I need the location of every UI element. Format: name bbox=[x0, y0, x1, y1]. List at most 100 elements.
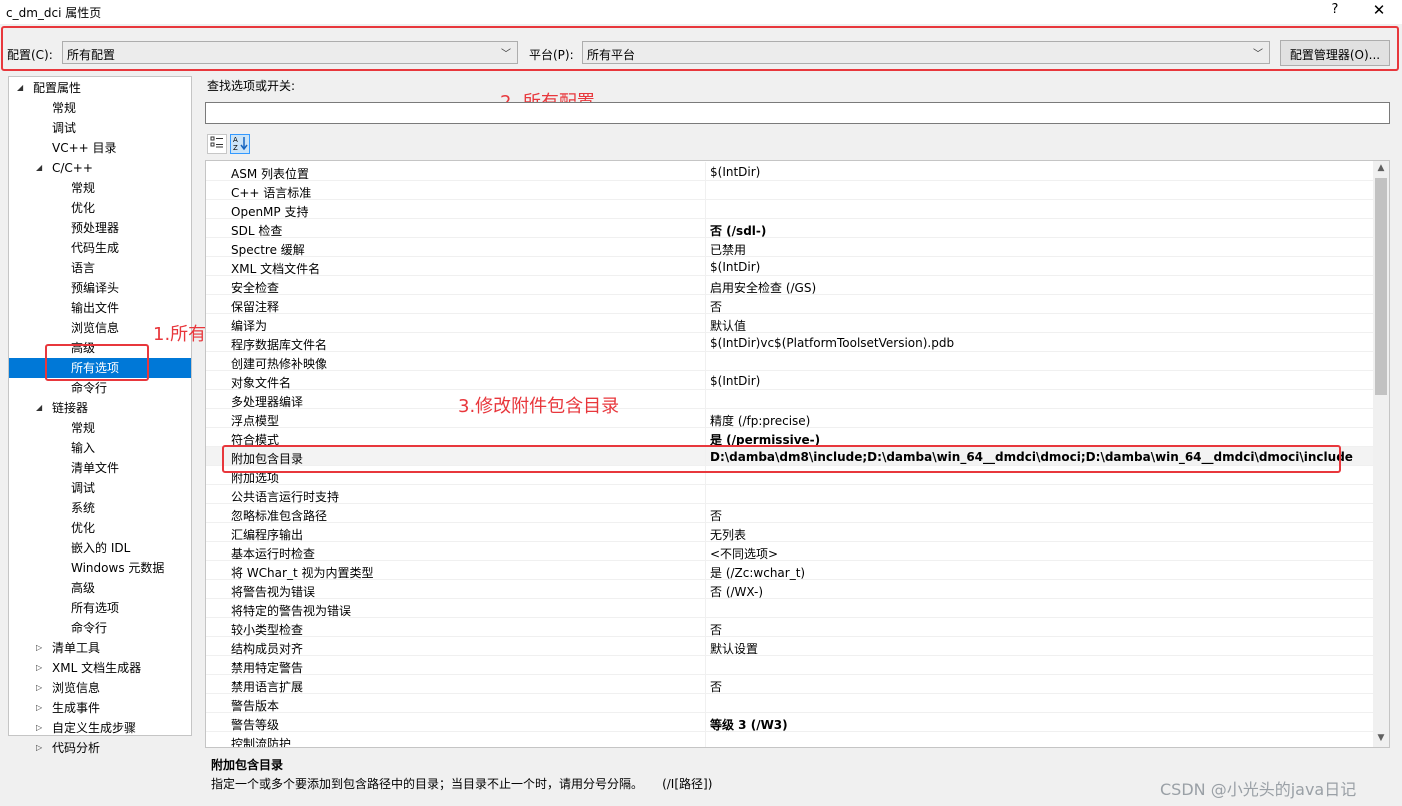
categorized-icon[interactable] bbox=[207, 134, 227, 154]
property-value[interactable]: 等级 3 (/W3) bbox=[710, 716, 788, 733]
tree-item[interactable]: Windows 元数据 bbox=[9, 558, 191, 578]
property-row[interactable]: 警告等级 等级 3 (/W3) bbox=[206, 713, 1373, 732]
property-row[interactable]: 禁用特定警告 bbox=[206, 656, 1373, 675]
sort-alpha-icon[interactable]: AZ bbox=[230, 134, 250, 154]
property-row[interactable]: 警告版本 bbox=[206, 694, 1373, 713]
property-row[interactable]: 多处理器编译 bbox=[206, 390, 1373, 409]
collapsed-icon[interactable]: ▷ bbox=[36, 658, 42, 678]
property-row[interactable]: 基本运行时检查 <不同选项> bbox=[206, 542, 1373, 561]
tree-item[interactable]: VC++ 目录 bbox=[9, 138, 191, 158]
property-row[interactable]: XML 文档文件名 $(IntDir) bbox=[206, 257, 1373, 276]
tree-item[interactable]: 优化 bbox=[9, 198, 191, 218]
tree-item[interactable]: 预编译头 bbox=[9, 278, 191, 298]
tree-item[interactable]: 输入 bbox=[9, 438, 191, 458]
tree-item[interactable]: 嵌入的 IDL bbox=[9, 538, 191, 558]
expanded-icon[interactable]: ◢ bbox=[17, 78, 23, 98]
tree-item[interactable]: 系统 bbox=[9, 498, 191, 518]
tree-item[interactable]: 调试 bbox=[9, 118, 191, 138]
property-value[interactable]: 默认值 bbox=[710, 317, 746, 334]
property-value[interactable]: 否 bbox=[710, 298, 722, 315]
property-row[interactable]: 结构成员对齐 默认设置 bbox=[206, 637, 1373, 656]
property-value[interactable]: 已禁用 bbox=[710, 241, 746, 258]
tree-item[interactable]: 输出文件 bbox=[9, 298, 191, 318]
tree-item[interactable]: 代码生成 bbox=[9, 238, 191, 258]
tree-item[interactable]: 语言 bbox=[9, 258, 191, 278]
tree-item[interactable]: ◢ 链接器 bbox=[9, 398, 191, 418]
tree-item[interactable]: ◢ C/C++ bbox=[9, 158, 191, 178]
expanded-icon[interactable]: ◢ bbox=[36, 158, 42, 178]
tree-item-label: 链接器 bbox=[52, 401, 89, 415]
property-row[interactable]: OpenMP 支持 bbox=[206, 200, 1373, 219]
property-value[interactable]: $(IntDir)vc$(PlatformToolsetVersion).pdb bbox=[710, 336, 954, 350]
tree-item[interactable]: ▷ 清单工具 bbox=[9, 638, 191, 658]
column-divider bbox=[705, 713, 706, 732]
collapsed-icon[interactable]: ▷ bbox=[36, 678, 42, 698]
tree-item[interactable]: ▷ 浏览信息 bbox=[9, 678, 191, 698]
property-row[interactable]: 公共语言运行时支持 bbox=[206, 485, 1373, 504]
tree-item[interactable]: 常规 bbox=[9, 418, 191, 438]
property-value[interactable]: $(IntDir) bbox=[710, 374, 760, 388]
property-value[interactable]: 默认设置 bbox=[710, 640, 758, 657]
property-name: SDL 检查 bbox=[231, 224, 283, 238]
property-row[interactable]: 汇编程序输出 无列表 bbox=[206, 523, 1373, 542]
property-row[interactable]: 编译为 默认值 bbox=[206, 314, 1373, 333]
property-value[interactable]: $(IntDir) bbox=[710, 165, 760, 179]
tree-item[interactable]: 所有选项 bbox=[9, 598, 191, 618]
collapsed-icon[interactable]: ▷ bbox=[36, 718, 42, 738]
scroll-thumb[interactable] bbox=[1375, 178, 1387, 395]
property-row[interactable]: 较小类型检查 否 bbox=[206, 618, 1373, 637]
property-row[interactable]: 将警告视为错误 否 (/WX-) bbox=[206, 580, 1373, 599]
tree-item[interactable]: ◢ 配置属性 bbox=[9, 78, 191, 98]
property-name: 禁用特定警告 bbox=[231, 661, 304, 675]
property-row[interactable]: 控制流防护 bbox=[206, 732, 1373, 747]
tree-item[interactable]: 常规 bbox=[9, 98, 191, 118]
tree-item[interactable]: 优化 bbox=[9, 518, 191, 538]
tree-item[interactable]: 清单文件 bbox=[9, 458, 191, 478]
tree-item[interactable]: 预处理器 bbox=[9, 218, 191, 238]
tree-item[interactable]: ▷ XML 文档生成器 bbox=[9, 658, 191, 678]
property-row[interactable]: 浮点模型 精度 (/fp:precise) bbox=[206, 409, 1373, 428]
close-button[interactable]: ✕ bbox=[1368, 1, 1390, 23]
property-row[interactable]: ASM 列表位置 $(IntDir) bbox=[206, 162, 1373, 181]
property-value[interactable]: 启用安全检查 (/GS) bbox=[710, 279, 816, 296]
tree-item[interactable]: ▷ 自定义生成步骤 bbox=[9, 718, 191, 738]
help-button[interactable]: ? bbox=[1326, 2, 1344, 22]
collapsed-icon[interactable]: ▷ bbox=[36, 638, 42, 658]
property-row[interactable]: 将 WChar_t 视为内置类型 是 (/Zc:wchar_t) bbox=[206, 561, 1373, 580]
tree-item[interactable]: ▷ 生成事件 bbox=[9, 698, 191, 718]
property-row[interactable]: 创建可热修补映像 bbox=[206, 352, 1373, 371]
search-input[interactable] bbox=[205, 102, 1390, 124]
property-row[interactable]: 保留注释 否 bbox=[206, 295, 1373, 314]
property-row[interactable]: C++ 语言标准 bbox=[206, 181, 1373, 200]
property-row[interactable]: 将特定的警告视为错误 bbox=[206, 599, 1373, 618]
scroll-up-icon[interactable]: ▲ bbox=[1373, 163, 1389, 173]
property-value[interactable]: 否 (/WX-) bbox=[710, 583, 763, 600]
tree-item[interactable]: 高级 bbox=[9, 578, 191, 598]
property-row[interactable]: 对象文件名 $(IntDir) bbox=[206, 371, 1373, 390]
property-value[interactable]: 否 (/sdl-) bbox=[710, 222, 766, 239]
property-row[interactable]: 安全检查 启用安全检查 (/GS) bbox=[206, 276, 1373, 295]
property-row[interactable]: Spectre 缓解 已禁用 bbox=[206, 238, 1373, 257]
property-value[interactable]: 否 bbox=[710, 678, 722, 695]
expanded-icon[interactable]: ◢ bbox=[36, 398, 42, 418]
property-value[interactable]: 无列表 bbox=[710, 526, 746, 543]
property-value[interactable]: $(IntDir) bbox=[710, 260, 760, 274]
tree-item[interactable]: 命令行 bbox=[9, 618, 191, 638]
tree-item[interactable]: 常规 bbox=[9, 178, 191, 198]
property-value[interactable]: 否 bbox=[710, 507, 722, 524]
scroll-down-icon[interactable]: ▼ bbox=[1373, 733, 1389, 743]
property-row[interactable]: SDL 检查 否 (/sdl-) bbox=[206, 219, 1373, 238]
tree-item[interactable]: ▷ 代码分析 bbox=[9, 738, 191, 758]
tree-item[interactable]: 调试 bbox=[9, 478, 191, 498]
collapsed-icon[interactable]: ▷ bbox=[36, 738, 42, 758]
tree-item-label: 清单文件 bbox=[71, 461, 120, 475]
property-value[interactable]: 否 bbox=[710, 621, 722, 638]
collapsed-icon[interactable]: ▷ bbox=[36, 698, 42, 718]
tree-item[interactable]: 命令行 bbox=[9, 378, 191, 398]
property-row[interactable]: 忽略标准包含路径 否 bbox=[206, 504, 1373, 523]
property-row[interactable]: 程序数据库文件名 $(IntDir)vc$(PlatformToolsetVers… bbox=[206, 333, 1373, 352]
property-row[interactable]: 禁用语言扩展 否 bbox=[206, 675, 1373, 694]
property-value[interactable]: <不同选项> bbox=[710, 545, 778, 562]
property-value[interactable]: 精度 (/fp:precise) bbox=[710, 412, 810, 429]
property-value[interactable]: 是 (/Zc:wchar_t) bbox=[710, 564, 805, 581]
